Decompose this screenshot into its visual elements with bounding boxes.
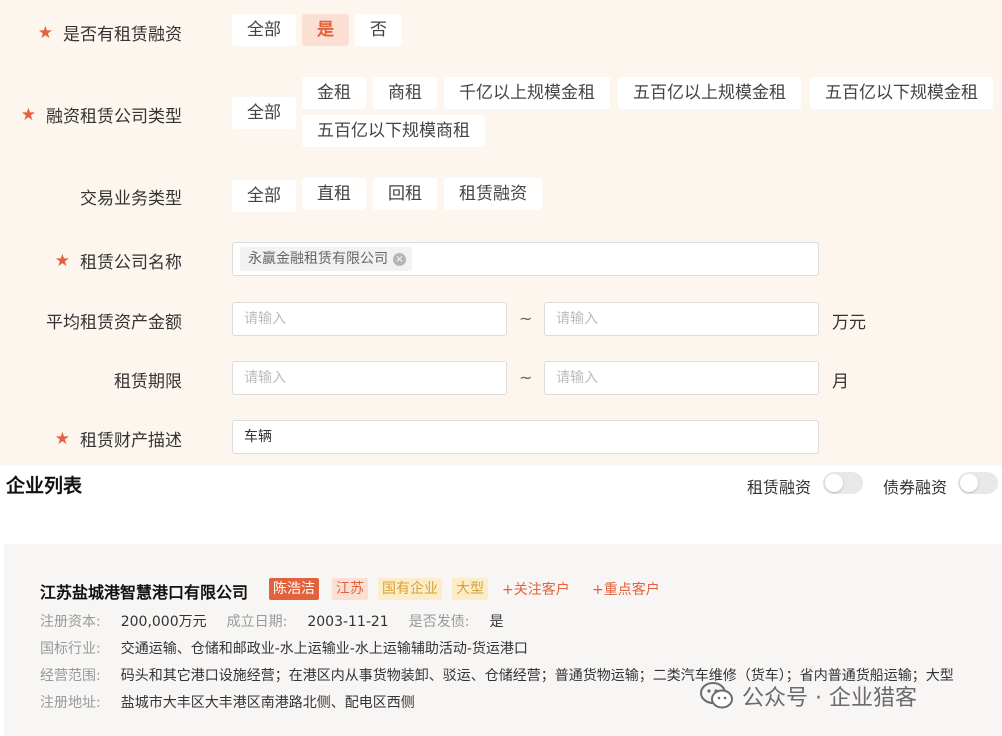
business-type-filter-text: 交易业务类型 xyxy=(80,189,182,209)
bond-key: 是否发债: xyxy=(408,614,470,630)
company-type-option-50b-plus-jinzu[interactable]: 五百亿以上规模金租 xyxy=(618,77,801,109)
key-customer-button[interactable]: +重点客户 xyxy=(592,579,660,599)
business-type-option-direct[interactable]: 直租 xyxy=(302,178,366,210)
bond-financing-toggle-label: 债券融资 xyxy=(883,478,948,497)
wechat-icon xyxy=(700,682,733,709)
asset-desc-filter-row: ★ 租赁财产描述 车辆 xyxy=(0,420,1002,454)
lessor-name-input[interactable]: 永赢金融租赁有限公司 × xyxy=(232,242,819,276)
lease-term-min-input[interactable]: 请输入 xyxy=(232,361,507,395)
contact-person-badge: 陈浩洁 xyxy=(269,578,319,600)
industry-key: 国标行业: xyxy=(40,641,101,657)
company-basic-info: 注册资本: 200,000万元 成立日期: 2003-11-21 是否发债: 是 xyxy=(40,611,523,631)
close-icon[interactable]: × xyxy=(393,252,406,266)
lease-term-filter-row: 租赁期限 请输入 ~ 请输入 月 xyxy=(0,361,1002,395)
bond-financing-toggle[interactable] xyxy=(958,472,998,494)
filter-panel: ★ 是否有租赁融资 全部 是 否 ★ 融资租赁公司类型 全部 金租 商租 千亿以… xyxy=(0,0,1002,466)
company-type-option-jinzu[interactable]: 金租 xyxy=(302,77,366,109)
avg-assets-unit: 万元 xyxy=(832,313,866,333)
founded-key: 成立日期: xyxy=(226,614,288,630)
scope-key: 经营范围: xyxy=(40,668,101,684)
company-type-option-50b-minus-shangzu[interactable]: 五百亿以下规模商租 xyxy=(302,115,485,147)
financing-filter-row: ★ 是否有租赁融资 全部 是 否 xyxy=(0,14,1002,48)
financing-filter-text: 是否有租赁融资 xyxy=(63,25,182,45)
lease-term-max-input[interactable]: 请输入 xyxy=(544,361,819,395)
lease-term-filter-text: 租赁期限 xyxy=(114,372,182,392)
avg-assets-filter-row: 平均租赁资产金额 请输入 ~ 请输入 万元 xyxy=(0,302,1002,336)
lease-financing-toggle[interactable] xyxy=(823,472,863,494)
financing-option-no[interactable]: 否 xyxy=(355,14,402,46)
lease-term-filter-label: 租赁期限 xyxy=(114,367,182,392)
industry-value: 交通运输、仓储和邮政业-水上运输业-水上运输辅助活动-货运港口 xyxy=(120,641,528,657)
capital-key: 注册资本: xyxy=(40,614,101,630)
company-industry-info: 国标行业: 交通运输、仓储和邮政业-水上运输业-水上运输辅助活动-货运港口 xyxy=(40,638,548,658)
watermark-text: 公众号 · 企业猎客 xyxy=(742,686,917,711)
financing-option-all[interactable]: 全部 xyxy=(232,14,296,46)
lessor-name-tag: 永赢金融租赁有限公司 × xyxy=(240,247,412,271)
address-key: 注册地址: xyxy=(40,695,101,711)
ownership-badge: 国有企业 xyxy=(378,578,442,600)
lessor-name-filter-text: 租赁公司名称 xyxy=(80,253,182,273)
province-badge: 江苏 xyxy=(332,578,368,600)
watermark: 公众号 · 企业猎客 xyxy=(700,680,917,712)
asset-desc-input[interactable]: 车辆 xyxy=(232,420,819,454)
avg-assets-filter-text: 平均租赁资产金额 xyxy=(46,313,182,333)
lease-term-unit: 月 xyxy=(832,372,849,392)
lessor-name-tag-text: 永赢金融租赁有限公司 xyxy=(248,251,388,267)
asset-desc-filter-label: ★ 租赁财产描述 xyxy=(54,426,182,452)
asset-desc-filter-text: 租赁财产描述 xyxy=(80,431,182,451)
company-type-filter-row: ★ 融资租赁公司类型 全部 金租 商租 千亿以上规模金租 五百亿以上规模金租 五… xyxy=(0,76,1002,150)
company-address-info: 注册地址: 盐城市大丰区大丰港区南港路北侧、配电区西侧 xyxy=(40,692,435,712)
range-separator: ~ xyxy=(519,368,533,387)
financing-filter-label: ★ 是否有租赁融资 xyxy=(37,20,182,46)
follow-customer-button[interactable]: +关注客户 xyxy=(502,579,570,599)
size-badge: 大型 xyxy=(452,578,488,600)
business-type-filter-row: 交易业务类型 全部 直租 回租 租赁融资 xyxy=(0,178,1002,212)
company-list-title: 企业列表 xyxy=(6,475,83,497)
company-type-filter-label: ★ 融资租赁公司类型 xyxy=(20,102,182,128)
company-type-option-shangzu[interactable]: 商租 xyxy=(373,77,437,109)
avg-assets-filter-label: 平均租赁资产金额 xyxy=(46,308,182,333)
business-type-filter-label: 交易业务类型 xyxy=(80,184,182,209)
avg-assets-min-input[interactable]: 请输入 xyxy=(232,302,507,336)
company-type-option-all[interactable]: 全部 xyxy=(232,97,296,129)
required-star-icon: ★ xyxy=(37,22,53,43)
required-star-icon: ★ xyxy=(54,250,70,271)
lessor-name-filter-label: ★ 租赁公司名称 xyxy=(54,248,182,274)
range-separator: ~ xyxy=(519,309,533,328)
business-type-option-leaseback[interactable]: 回租 xyxy=(373,178,437,210)
bond-value: 是 xyxy=(489,614,504,630)
required-star-icon: ★ xyxy=(20,104,36,125)
business-type-option-all[interactable]: 全部 xyxy=(232,180,296,212)
lease-financing-toggle-label: 租赁融资 xyxy=(747,478,812,497)
financing-option-yes[interactable]: 是 xyxy=(302,14,349,46)
business-type-option-lease-financing[interactable]: 租赁融资 xyxy=(444,178,542,210)
company-type-option-50b-minus-jinzu[interactable]: 五百亿以下规模金租 xyxy=(810,77,993,109)
company-name[interactable]: 江苏盐城港智慧港口有限公司 xyxy=(40,579,248,603)
avg-assets-max-input[interactable]: 请输入 xyxy=(544,302,819,336)
company-type-filter-text: 融资租赁公司类型 xyxy=(46,107,182,127)
founded-value: 2003-11-21 xyxy=(307,614,389,630)
address-value: 盐城市大丰区大丰港区南港路北侧、配电区西侧 xyxy=(120,695,415,711)
required-star-icon: ★ xyxy=(54,428,70,449)
company-type-option-100b-plus-jinzu[interactable]: 千亿以上规模金租 xyxy=(444,77,610,109)
lessor-name-filter-row: ★ 租赁公司名称 永赢金融租赁有限公司 × xyxy=(0,242,1002,276)
capital-value: 200,000万元 xyxy=(120,614,207,630)
